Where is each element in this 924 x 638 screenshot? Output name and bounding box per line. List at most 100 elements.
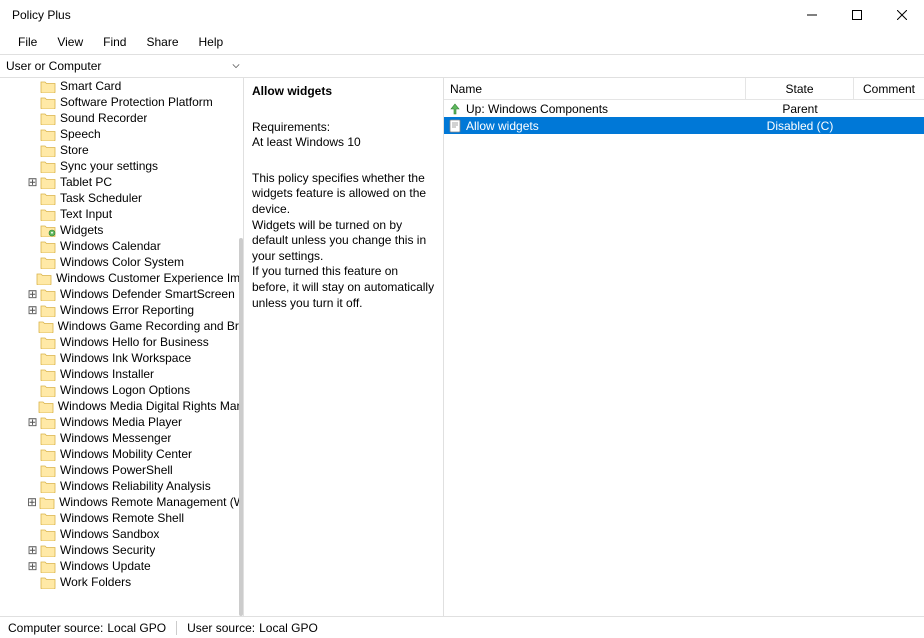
- tree-item-label: Windows Customer Experience Improvement …: [56, 271, 243, 285]
- column-name[interactable]: Name: [444, 78, 746, 99]
- tree-item[interactable]: ⊞ Windows Media Player: [0, 414, 243, 430]
- tree-panel: Smart CardSoftware Protection PlatformSo…: [0, 78, 244, 616]
- tree-item[interactable]: Windows Customer Experience Improvement …: [0, 270, 243, 286]
- menu-file[interactable]: File: [8, 33, 47, 51]
- tree-item-label: Windows Hello for Business: [60, 335, 209, 349]
- list-row[interactable]: Up: Windows ComponentsParent: [444, 100, 924, 117]
- status-separator: [176, 621, 177, 635]
- expand-icon[interactable]: ⊞: [27, 175, 38, 189]
- tree-item-label: Windows Media Player: [60, 415, 182, 429]
- tree-item[interactable]: Task Scheduler: [0, 190, 243, 206]
- expand-icon[interactable]: ⊞: [27, 303, 38, 317]
- tree-item[interactable]: Windows Logon Options: [0, 382, 243, 398]
- tree-item-label: Windows Mobility Center: [60, 447, 192, 461]
- expand-icon[interactable]: ⊞: [27, 559, 38, 573]
- folder-icon: [36, 272, 52, 285]
- tree-item-label: Windows Remote Shell: [60, 511, 184, 525]
- status-comp-value: Local GPO: [107, 621, 166, 635]
- tree-item[interactable]: ⊞ Windows Error Reporting: [0, 302, 243, 318]
- folder-icon: [40, 176, 56, 189]
- column-state[interactable]: State: [746, 78, 854, 99]
- tree-item-label: Windows Sandbox: [60, 527, 159, 541]
- tree-item-label: Windows Error Reporting: [60, 303, 194, 317]
- tree-item-label: Smart Card: [60, 79, 121, 93]
- tree-item-label: Windows Ink Workspace: [60, 351, 191, 365]
- tree-item-label: Windows PowerShell: [60, 463, 173, 477]
- tree-item[interactable]: Windows Reliability Analysis: [0, 478, 243, 494]
- tree-item[interactable]: ⊞Windows Update: [0, 558, 243, 574]
- tree-item[interactable]: Windows Sandbox: [0, 526, 243, 542]
- list-row-name: Allow widgets: [466, 119, 539, 133]
- up-arrow-icon: [448, 102, 462, 116]
- list-panel: Name State Comment Up: Windows Component…: [444, 78, 924, 616]
- tree-item[interactable]: Text Input: [0, 206, 243, 222]
- tree-item[interactable]: Windows Hello for Business: [0, 334, 243, 350]
- tree-item[interactable]: Windows Ink Workspace: [0, 350, 243, 366]
- tree-item-label: Windows Game Recording and Broadcasting: [58, 319, 243, 333]
- tree-item[interactable]: Smart Card: [0, 78, 243, 94]
- tree-item[interactable]: Windows Game Recording and Broadcasting: [0, 318, 243, 334]
- folder-icon: [40, 240, 56, 253]
- tree-item[interactable]: Software Protection Platform: [0, 94, 243, 110]
- tree-item[interactable]: Windows Calendar: [0, 238, 243, 254]
- tree-item[interactable]: Windows Color System: [0, 254, 243, 270]
- menu-help[interactable]: Help: [189, 33, 234, 51]
- tree-item-label: Windows Calendar: [60, 239, 161, 253]
- tree-item[interactable]: Windows Installer: [0, 366, 243, 382]
- tree-item[interactable]: ⊞Windows Remote Management (WinRM): [0, 494, 243, 510]
- tree-item[interactable]: Windows Messenger: [0, 430, 243, 446]
- folder-icon: [40, 448, 56, 461]
- list-header: Name State Comment: [444, 78, 924, 100]
- chevron-down-icon: [232, 62, 240, 70]
- tree-item-label: Windows Messenger: [60, 431, 171, 445]
- tree-item[interactable]: Widgets: [0, 222, 243, 238]
- maximize-button[interactable]: [834, 0, 879, 30]
- tree-item[interactable]: ⊞Windows Defender SmartScreen: [0, 286, 243, 302]
- tree-item[interactable]: Work Folders: [0, 574, 243, 590]
- folder-icon: [40, 304, 56, 317]
- tree-item[interactable]: Windows PowerShell: [0, 462, 243, 478]
- menu-share[interactable]: Share: [136, 33, 188, 51]
- expand-icon[interactable]: ⊞: [27, 415, 38, 429]
- column-comment[interactable]: Comment: [854, 78, 924, 99]
- folder-icon: [40, 352, 56, 365]
- minimize-button[interactable]: [789, 0, 834, 30]
- detail-req-value: At least Windows 10: [252, 135, 435, 151]
- list-row-state: Disabled (C): [746, 119, 854, 133]
- close-button[interactable]: [879, 0, 924, 30]
- folder-icon: [40, 464, 56, 477]
- list-row-name: Up: Windows Components: [466, 102, 608, 116]
- folder-icon: [40, 80, 56, 93]
- folder-icon: [40, 160, 56, 173]
- folder-icon: [40, 432, 56, 445]
- tree-item-label: Windows Installer: [60, 367, 154, 381]
- tree-item-label: Sync your settings: [60, 159, 158, 173]
- tree-item[interactable]: Store: [0, 142, 243, 158]
- detail-panel: Allow widgets Requirements: At least Win…: [244, 78, 444, 616]
- scrollbar[interactable]: [239, 238, 243, 616]
- folder-icon: [40, 256, 56, 269]
- expand-icon[interactable]: ⊞: [27, 495, 37, 509]
- tree-item[interactable]: Windows Media Digital Rights Management: [0, 398, 243, 414]
- folder-icon: [40, 480, 56, 493]
- menu-view[interactable]: View: [47, 33, 93, 51]
- folder-icon: [40, 288, 56, 301]
- tree-item[interactable]: ⊞Windows Security: [0, 542, 243, 558]
- expand-icon[interactable]: ⊞: [27, 543, 38, 557]
- folder-icon: [40, 192, 56, 205]
- content-area: Smart CardSoftware Protection PlatformSo…: [0, 78, 924, 616]
- tree-item[interactable]: ⊞Tablet PC: [0, 174, 243, 190]
- folder-icon: [40, 208, 56, 221]
- expand-icon[interactable]: ⊞: [27, 287, 38, 301]
- tree-item[interactable]: Windows Remote Shell: [0, 510, 243, 526]
- status-user-label: User source:: [187, 621, 255, 635]
- tree-item[interactable]: Speech: [0, 126, 243, 142]
- scope-dropdown[interactable]: User or Computer: [0, 55, 244, 77]
- tree-item[interactable]: Windows Mobility Center: [0, 446, 243, 462]
- menu-find[interactable]: Find: [93, 33, 136, 51]
- list-row[interactable]: Allow widgets Disabled (C): [444, 117, 924, 134]
- tree-item-label: Task Scheduler: [60, 191, 142, 205]
- tree-item[interactable]: Sync your settings: [0, 158, 243, 174]
- folder-active-icon: [40, 224, 56, 237]
- tree-item[interactable]: Sound Recorder: [0, 110, 243, 126]
